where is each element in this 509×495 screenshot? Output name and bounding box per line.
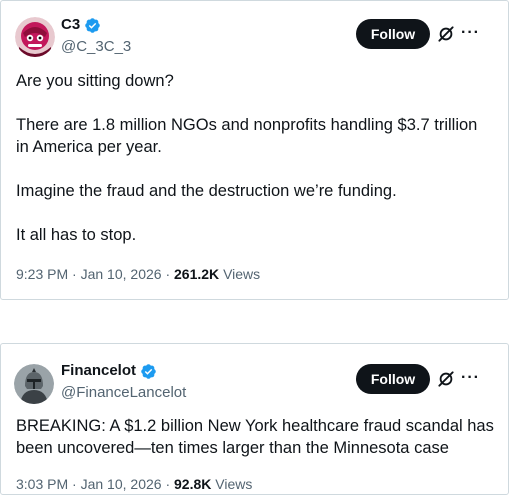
avatar[interactable] [15, 17, 55, 57]
verified-badge-icon [141, 363, 156, 379]
tweet-paragraph: It all has to stop. [16, 226, 137, 244]
timestamp-date[interactable]: Jan 10, 2026 [81, 266, 162, 282]
timestamp-time[interactable]: 9:23 PM [16, 266, 68, 282]
more-options-icon[interactable]: ··· [461, 370, 480, 386]
follow-button[interactable]: Follow [356, 19, 430, 49]
grok-icon[interactable] [436, 369, 456, 389]
tweet-card: Financelot @FinanceLancelot Follow ··· B… [0, 343, 509, 495]
avatar[interactable] [14, 364, 54, 404]
display-name[interactable]: Financelot [61, 362, 157, 380]
separator: · [72, 476, 77, 492]
display-name-text[interactable]: C3 [61, 16, 80, 34]
separator: · [165, 266, 171, 282]
separator: · [165, 476, 171, 492]
handle[interactable]: @C_3C_3 [61, 38, 131, 56]
tweet-paragraph: Are you sitting down? [16, 72, 174, 90]
display-name[interactable]: C3 [61, 16, 101, 34]
verified-badge-icon [85, 17, 100, 33]
tweet-paragraph: BREAKING: A $1.2 billion New York health… [16, 417, 494, 457]
timestamp-date[interactable]: Jan 10, 2026 [81, 476, 162, 492]
views-count: 92.8K [174, 476, 212, 492]
more-options-icon[interactable]: ··· [461, 25, 480, 41]
tweet-meta: 9:23 PM · Jan 10, 2026 · 261.2K Views [16, 265, 260, 283]
tweet-meta: 3:03 PM · Jan 10, 2026 · 92.8K Views [16, 475, 252, 493]
separator: · [72, 266, 77, 282]
display-name-text[interactable]: Financelot [61, 362, 136, 380]
grok-icon[interactable] [436, 24, 456, 44]
tweet-text: BREAKING: A $1.2 billion New York health… [16, 415, 498, 459]
tweet-text: Are you sitting down? There are 1.8 mill… [16, 70, 496, 246]
follow-button[interactable]: Follow [356, 364, 430, 394]
tweet-card: C3 @C_3C_3 Follow ··· Are you sitting do… [0, 0, 509, 300]
views-label: Views [215, 476, 253, 492]
views-label: Views [223, 266, 261, 282]
tweet-paragraph: There are 1.8 million NGOs and nonprofit… [16, 116, 478, 156]
timestamp-time[interactable]: 3:03 PM [16, 476, 68, 492]
views-count: 261.2K [174, 266, 220, 282]
handle[interactable]: @FinanceLancelot [61, 384, 186, 402]
tweet-paragraph: Imagine the fraud and the destruction we… [16, 182, 397, 200]
